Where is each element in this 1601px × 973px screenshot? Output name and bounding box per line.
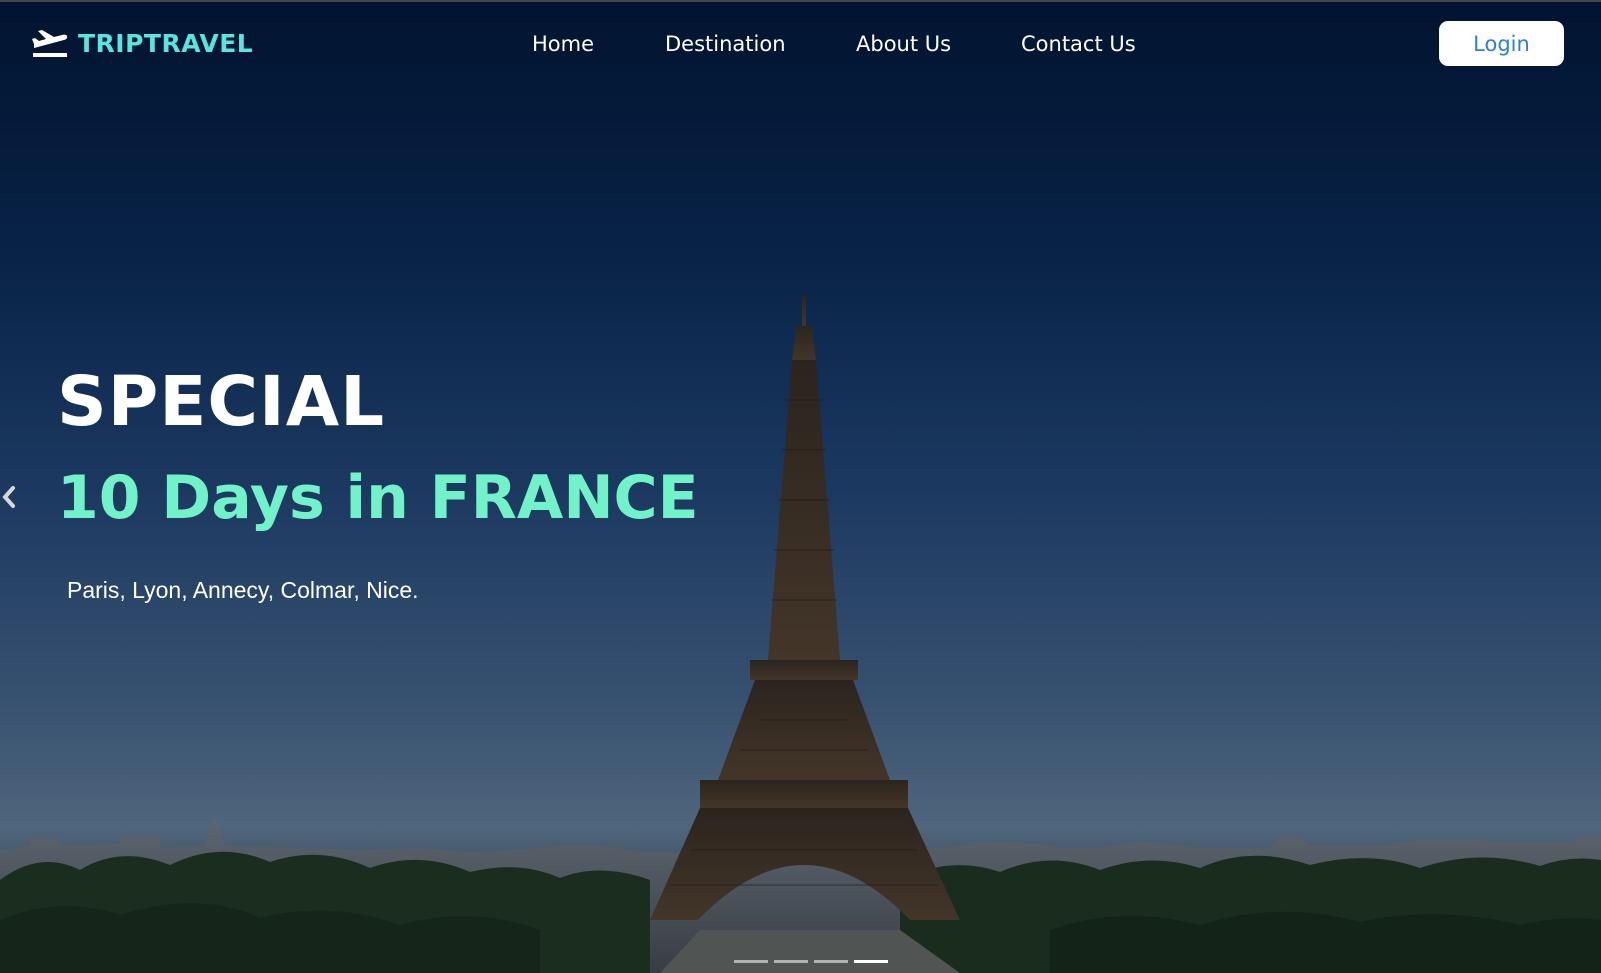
navbar: TRIPTRAVEL Home Destination About Us Con… [0, 2, 1601, 88]
nav-link-home[interactable]: Home [532, 32, 594, 56]
chevron-left-icon [0, 486, 20, 514]
carousel-indicator[interactable] [814, 960, 848, 963]
nav-link-about-us[interactable]: About Us [856, 32, 951, 56]
hero-subtitle: Paris, Lyon, Annecy, Colmar, Nice. [67, 577, 419, 603]
hero-title: 10 Days in FRANCE [57, 463, 699, 533]
carousel-prev-button[interactable] [0, 484, 20, 510]
nav-links: Home Destination About Us Contact Us [0, 32, 1601, 62]
nav-link-destination[interactable]: Destination [665, 32, 786, 56]
carousel-indicator[interactable] [734, 960, 768, 963]
carousel-indicator[interactable] [774, 960, 808, 963]
login-button[interactable]: Login [1439, 21, 1564, 66]
carousel-indicator-active[interactable] [854, 960, 888, 963]
hero-eyebrow: SPECIAL [57, 362, 386, 442]
carousel-indicators [0, 958, 1601, 968]
nav-link-contact-us[interactable]: Contact Us [1021, 32, 1136, 56]
